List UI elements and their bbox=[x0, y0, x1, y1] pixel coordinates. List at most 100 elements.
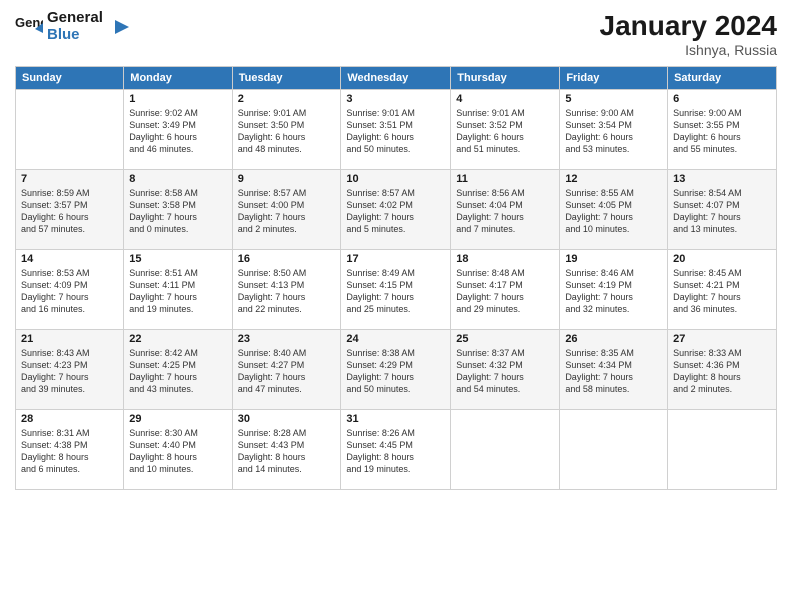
day-number: 4 bbox=[456, 93, 554, 105]
day-info: Sunrise: 8:43 AM Sunset: 4:23 PM Dayligh… bbox=[21, 347, 118, 396]
calendar-cell: 22Sunrise: 8:42 AM Sunset: 4:25 PM Dayli… bbox=[124, 330, 232, 410]
day-number: 7 bbox=[21, 173, 118, 185]
day-number: 30 bbox=[238, 413, 336, 425]
logo-arrow-icon bbox=[107, 16, 129, 38]
day-number: 8 bbox=[129, 173, 226, 185]
day-info: Sunrise: 8:40 AM Sunset: 4:27 PM Dayligh… bbox=[238, 347, 336, 396]
day-number: 11 bbox=[456, 173, 554, 185]
month-year: January 2024 bbox=[600, 10, 777, 42]
calendar-cell: 13 Sunrise: 8:54 AM Sunset: 4:07 PM Dayli… bbox=[668, 170, 777, 250]
week-row-2: 7Sunrise: 8:59 AM Sunset: 3:57 PM Daylig… bbox=[16, 170, 777, 250]
day-info: Sunrise: 9:00 AM Sunset: 3:54 PM Dayligh… bbox=[565, 107, 662, 156]
calendar-cell: 2Sunrise: 9:01 AM Sunset: 3:50 PM Daylig… bbox=[232, 90, 341, 170]
week-row-3: 14 Sunrise: 8:53 AM Sunset: 4:09 PM Dayli… bbox=[16, 250, 777, 330]
calendar-cell: 9 Sunrise: 8:57 AM Sunset: 4:00 PM Daylig… bbox=[232, 170, 341, 250]
day-number: 18 bbox=[456, 253, 554, 265]
day-number: 1 bbox=[129, 93, 226, 105]
day-info: Sunrise: 8:30 AM Sunset: 4:40 PM Dayligh… bbox=[129, 427, 226, 476]
days-header-row: Sunday Monday Tuesday Wednesday Thursday… bbox=[16, 67, 777, 90]
calendar-cell: 19Sunrise: 8:46 AM Sunset: 4:19 PM Dayli… bbox=[560, 250, 668, 330]
calendar-cell: 25Sunrise: 8:37 AM Sunset: 4:32 PM Dayli… bbox=[451, 330, 560, 410]
calendar-cell: 14 Sunrise: 8:53 AM Sunset: 4:09 PM Dayli… bbox=[16, 250, 124, 330]
calendar-cell: 7Sunrise: 8:59 AM Sunset: 3:57 PM Daylig… bbox=[16, 170, 124, 250]
title-block: January 2024 Ishnya, Russia bbox=[600, 10, 777, 58]
day-info: Sunrise: 8:35 AM Sunset: 4:34 PM Dayligh… bbox=[565, 347, 662, 396]
day-number: 6 bbox=[673, 93, 771, 105]
day-number: 24 bbox=[346, 333, 445, 345]
calendar-cell: 8 Sunrise: 8:58 AM Sunset: 3:58 PM Daylig… bbox=[124, 170, 232, 250]
calendar-cell bbox=[668, 410, 777, 490]
day-info: Sunrise: 8:31 AM Sunset: 4:38 PM Dayligh… bbox=[21, 427, 118, 476]
col-friday: Friday bbox=[560, 67, 668, 90]
calendar-table: Sunday Monday Tuesday Wednesday Thursday… bbox=[15, 66, 777, 490]
day-info: Sunrise: 8:48 AM Sunset: 4:17 PM Dayligh… bbox=[456, 267, 554, 316]
week-row-1: 1 Sunrise: 9:02 AM Sunset: 3:49 PM Daylig… bbox=[16, 90, 777, 170]
day-number: 19 bbox=[565, 253, 662, 265]
day-info: Sunrise: 8:38 AM Sunset: 4:29 PM Dayligh… bbox=[346, 347, 445, 396]
day-number: 28 bbox=[21, 413, 118, 425]
day-info: Sunrise: 9:01 AM Sunset: 3:52 PM Dayligh… bbox=[456, 107, 554, 156]
day-info: Sunrise: 8:51 AM Sunset: 4:11 PM Dayligh… bbox=[129, 267, 226, 316]
day-info: Sunrise: 8:53 AM Sunset: 4:09 PM Dayligh… bbox=[21, 267, 118, 316]
calendar-cell: 20 Sunrise: 8:45 AM Sunset: 4:21 PM Dayli… bbox=[668, 250, 777, 330]
day-info: Sunrise: 9:02 AM Sunset: 3:49 PM Dayligh… bbox=[129, 107, 226, 156]
day-number: 17 bbox=[346, 253, 445, 265]
day-number: 29 bbox=[129, 413, 226, 425]
logo: General General Blue bbox=[15, 10, 129, 43]
day-number: 13 bbox=[673, 173, 771, 185]
week-row-4: 21 Sunrise: 8:43 AM Sunset: 4:23 PM Dayli… bbox=[16, 330, 777, 410]
calendar-cell: 29 Sunrise: 8:30 AM Sunset: 4:40 PM Dayli… bbox=[124, 410, 232, 490]
day-info: Sunrise: 8:54 AM Sunset: 4:07 PM Dayligh… bbox=[673, 187, 771, 236]
calendar-page: General General Blue January 2024 Ishnya… bbox=[0, 0, 792, 612]
calendar-cell: 10 Sunrise: 8:57 AM Sunset: 4:02 PM Dayli… bbox=[341, 170, 451, 250]
calendar-cell: 15 Sunrise: 8:51 AM Sunset: 4:11 PM Dayli… bbox=[124, 250, 232, 330]
day-number: 16 bbox=[238, 253, 336, 265]
day-info: Sunrise: 8:42 AM Sunset: 4:25 PM Dayligh… bbox=[129, 347, 226, 396]
day-info: Sunrise: 8:33 AM Sunset: 4:36 PM Dayligh… bbox=[673, 347, 771, 396]
col-saturday: Saturday bbox=[668, 67, 777, 90]
day-number: 10 bbox=[346, 173, 445, 185]
day-info: Sunrise: 8:50 AM Sunset: 4:13 PM Dayligh… bbox=[238, 267, 336, 316]
calendar-cell: 23Sunrise: 8:40 AM Sunset: 4:27 PM Dayli… bbox=[232, 330, 341, 410]
calendar-cell: 30 Sunrise: 8:28 AM Sunset: 4:43 PM Dayli… bbox=[232, 410, 341, 490]
day-info: Sunrise: 8:57 AM Sunset: 4:00 PM Dayligh… bbox=[238, 187, 336, 236]
day-number: 15 bbox=[129, 253, 226, 265]
day-number: 20 bbox=[673, 253, 771, 265]
col-tuesday: Tuesday bbox=[232, 67, 341, 90]
calendar-cell bbox=[560, 410, 668, 490]
day-info: Sunrise: 8:45 AM Sunset: 4:21 PM Dayligh… bbox=[673, 267, 771, 316]
calendar-cell: 21 Sunrise: 8:43 AM Sunset: 4:23 PM Dayli… bbox=[16, 330, 124, 410]
day-info: Sunrise: 9:01 AM Sunset: 3:50 PM Dayligh… bbox=[238, 107, 336, 156]
calendar-cell: 28 Sunrise: 8:31 AM Sunset: 4:38 PM Dayli… bbox=[16, 410, 124, 490]
calendar-cell bbox=[16, 90, 124, 170]
calendar-cell: 24 Sunrise: 8:38 AM Sunset: 4:29 PM Dayli… bbox=[341, 330, 451, 410]
day-info: Sunrise: 8:28 AM Sunset: 4:43 PM Dayligh… bbox=[238, 427, 336, 476]
calendar-cell: 16 Sunrise: 8:50 AM Sunset: 4:13 PM Dayli… bbox=[232, 250, 341, 330]
calendar-cell: 1 Sunrise: 9:02 AM Sunset: 3:49 PM Daylig… bbox=[124, 90, 232, 170]
day-number: 14 bbox=[21, 253, 118, 265]
day-info: Sunrise: 9:00 AM Sunset: 3:55 PM Dayligh… bbox=[673, 107, 771, 156]
day-number: 26 bbox=[565, 333, 662, 345]
logo-icon: General bbox=[15, 13, 43, 41]
calendar-cell: 11 Sunrise: 8:56 AM Sunset: 4:04 PM Dayli… bbox=[451, 170, 560, 250]
col-sunday: Sunday bbox=[16, 67, 124, 90]
day-info: Sunrise: 8:57 AM Sunset: 4:02 PM Dayligh… bbox=[346, 187, 445, 236]
col-wednesday: Wednesday bbox=[341, 67, 451, 90]
logo-general: General bbox=[47, 9, 103, 26]
day-info: Sunrise: 9:01 AM Sunset: 3:51 PM Dayligh… bbox=[346, 107, 445, 156]
calendar-cell: 3Sunrise: 9:01 AM Sunset: 3:51 PM Daylig… bbox=[341, 90, 451, 170]
day-number: 9 bbox=[238, 173, 336, 185]
day-number: 12 bbox=[565, 173, 662, 185]
calendar-cell: 26 Sunrise: 8:35 AM Sunset: 4:34 PM Dayli… bbox=[560, 330, 668, 410]
col-thursday: Thursday bbox=[451, 67, 560, 90]
calendar-cell: 4 Sunrise: 9:01 AM Sunset: 3:52 PM Daylig… bbox=[451, 90, 560, 170]
day-info: Sunrise: 8:49 AM Sunset: 4:15 PM Dayligh… bbox=[346, 267, 445, 316]
day-info: Sunrise: 8:56 AM Sunset: 4:04 PM Dayligh… bbox=[456, 187, 554, 236]
calendar-cell bbox=[451, 410, 560, 490]
day-number: 5 bbox=[565, 93, 662, 105]
day-number: 21 bbox=[21, 333, 118, 345]
day-number: 25 bbox=[456, 333, 554, 345]
day-info: Sunrise: 8:58 AM Sunset: 3:58 PM Dayligh… bbox=[129, 187, 226, 236]
calendar-cell: 5 Sunrise: 9:00 AM Sunset: 3:54 PM Daylig… bbox=[560, 90, 668, 170]
header: General General Blue January 2024 Ishnya… bbox=[15, 10, 777, 58]
